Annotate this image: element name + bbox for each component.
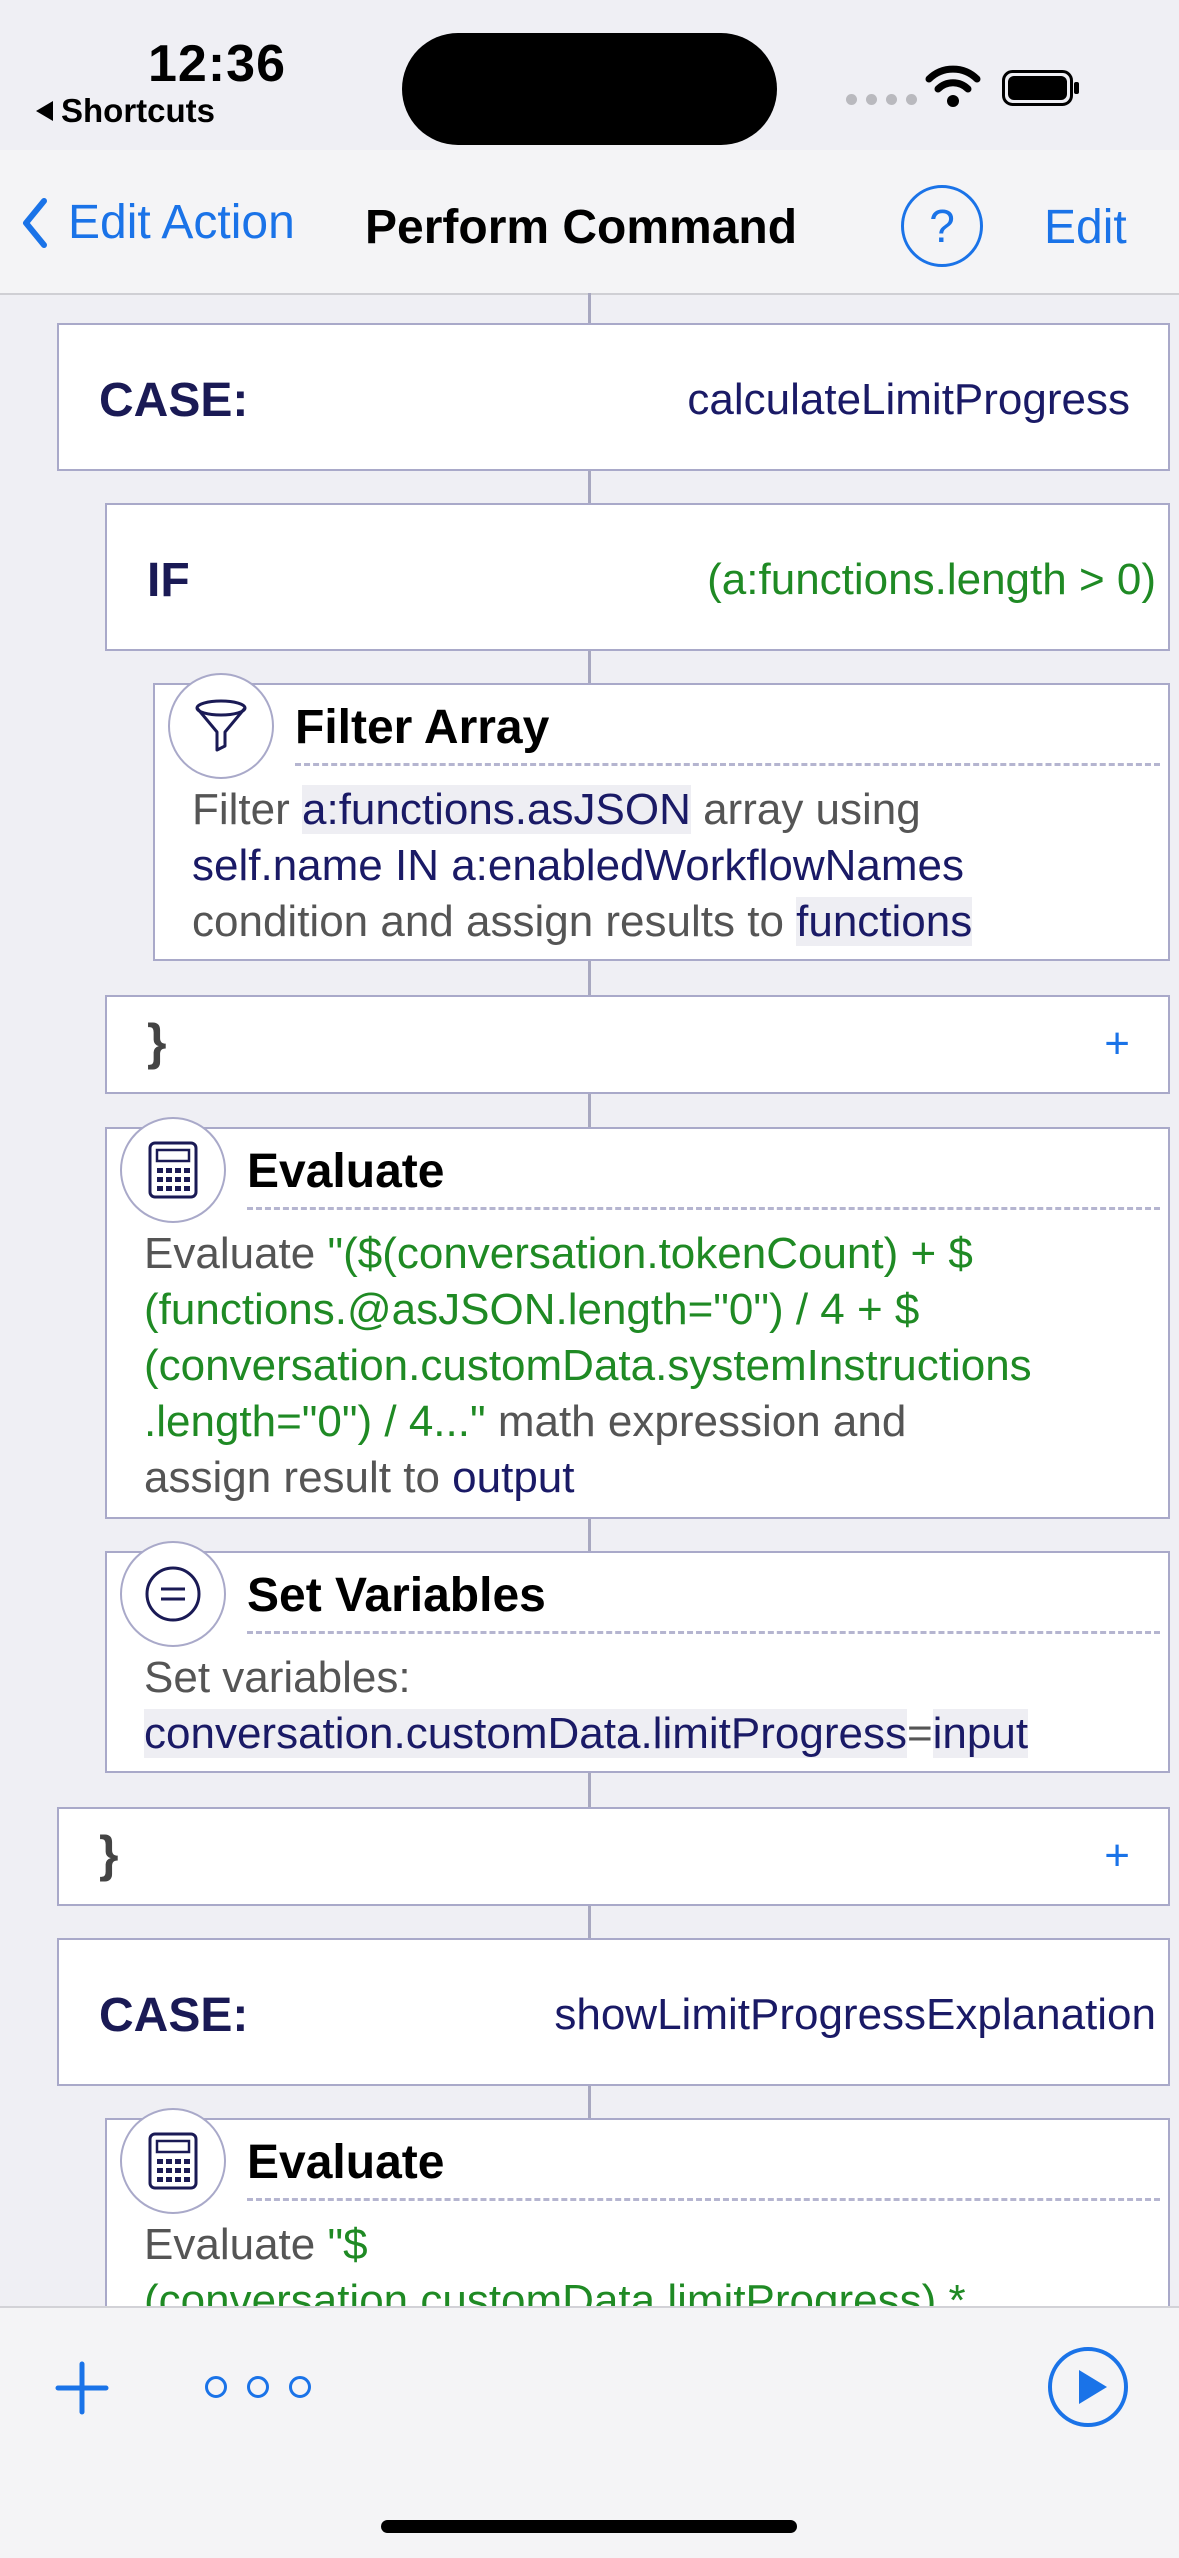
if-label: IF [147,554,190,607]
case-block[interactable]: CASE: calculateLimitProgress [57,323,1170,471]
case-value[interactable]: calculateLimitProgress [687,375,1130,425]
closing-brace: } [147,1014,167,1070]
add-else-button[interactable]: + [1104,1019,1130,1069]
back-app-label: Shortcuts [61,92,216,129]
connector-line [588,1905,591,1939]
case-label: CASE: [99,1989,249,2042]
case-block[interactable]: CASE: showLimitProgressExplanation [57,1938,1170,2086]
math-expression[interactable]: "($(conversation.tokenCount) + $ [327,1229,972,1278]
run-shortcut-button[interactable] [1047,2346,1129,2428]
action-title: Filter Array [295,701,550,754]
edit-action-back-button[interactable]: Edit Action [22,195,295,250]
back-triangle-icon [36,101,53,121]
equals-circle-icon [120,1541,226,1647]
back-to-app-link[interactable]: Shortcuts [36,92,215,130]
case-label: CASE: [99,374,249,427]
input-variable[interactable]: a:functions.asJSON [302,785,691,834]
wifi-icon [925,65,981,107]
closing-brace: } [99,1826,119,1882]
connector-line [588,1093,591,1127]
more-options-button[interactable] [205,2376,311,2398]
set-variables-description: Set variables: conversation.customData.l… [144,1653,1029,1758]
back-label: Edit Action [68,196,295,249]
filter-condition[interactable]: self.name IN a:enabledWorkflowNames [192,841,964,890]
output-variable[interactable]: output [452,1453,574,1502]
cellular-signal-icon [846,94,917,105]
chevron-left-icon [23,197,47,248]
action-title: Evaluate [247,1145,445,1198]
add-case-button[interactable]: + [1104,1831,1130,1881]
action-title: Evaluate [247,2136,445,2189]
connector-line [588,1518,591,1552]
if-condition[interactable]: (a:functions.length > 0) [707,555,1156,605]
end-if-block[interactable]: } + [105,995,1170,1094]
connector-line [588,293,591,323]
title-divider [295,763,1160,766]
calculator-icon [120,2108,226,2214]
calculator-icon [120,1117,226,1223]
connector-line [588,960,591,998]
case-value[interactable]: showLimitProgressExplanation [554,1990,1156,2040]
title-divider [247,1631,1160,1634]
title-divider [247,2198,1160,2201]
evaluate-description: Evaluate "($(conversation.tokenCount) + … [144,1229,1032,1502]
output-variable[interactable]: functions [796,897,973,946]
home-indicator [381,2520,797,2533]
battery-icon [1002,70,1079,106]
help-button[interactable]: ? [901,185,983,267]
title-divider [247,1207,1160,1210]
page-title: Perform Command [365,201,798,254]
connector-line [588,470,591,504]
dynamic-island [402,33,777,145]
filter-icon [168,673,274,779]
status-time: 12:36 [148,35,286,93]
filter-description: Filter a:functions.asJSON array using se… [192,785,973,946]
if-block[interactable]: IF (a:functions.length > 0) [105,503,1170,651]
add-action-button[interactable] [54,2360,110,2416]
connector-line [588,650,591,684]
variable-value[interactable]: input [932,1709,1029,1758]
connector-line [588,1773,591,1809]
variable-name[interactable]: conversation.customData.limitProgress [144,1709,907,1758]
connector-line [588,2085,591,2119]
math-expression[interactable]: "$ [327,2220,367,2269]
end-case-block[interactable]: } + [57,1807,1170,1906]
edit-button[interactable]: Edit [1044,200,1127,255]
action-title: Set Variables [247,1569,546,1622]
